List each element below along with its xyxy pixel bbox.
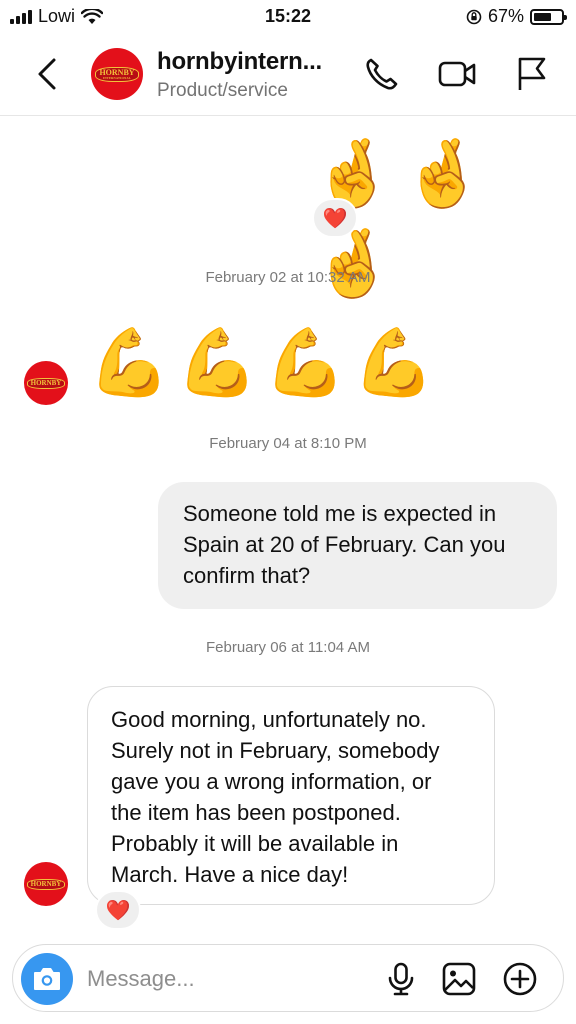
- message-line: the item has been postponed.: [111, 800, 401, 825]
- incoming-emoji-message[interactable]: 💪💪💪💪: [88, 314, 441, 410]
- avatar[interactable]: HORNBY: [24, 862, 68, 906]
- contact-category: Product/service: [157, 80, 288, 101]
- avatar[interactable]: HORNBY: [24, 361, 68, 405]
- heart-reaction-emoji: ❤️: [105, 899, 131, 922]
- phone-icon[interactable]: [362, 54, 402, 94]
- camera-button[interactable]: [21, 953, 73, 1005]
- microphone-icon[interactable]: [383, 961, 419, 997]
- message-line: confirm that?: [183, 563, 311, 588]
- avatar-logo-text: HORNBY: [30, 879, 62, 888]
- camera-icon: [34, 968, 60, 990]
- message-line: March. Have a nice day!: [111, 862, 349, 887]
- video-camera-icon[interactable]: [437, 54, 477, 94]
- timestamp: February 02 at 10:32 AM: [205, 269, 371, 286]
- contact-name[interactable]: hornbyintern...: [157, 48, 322, 76]
- orientation-lock-icon: [466, 9, 482, 24]
- outgoing-message-bubble[interactable]: Someone told me is expected in Spain at …: [158, 482, 557, 609]
- status-bar: Lowi 15:22 67%: [0, 0, 576, 34]
- avatar-logo-text: HORNBY: [30, 378, 62, 387]
- chat-header: HORNBY INTERNATIONAL hornbyintern... Pro…: [0, 34, 576, 116]
- heart-reaction-emoji: ❤️: [322, 207, 348, 230]
- message-input[interactable]: [87, 961, 367, 997]
- avatar[interactable]: HORNBY INTERNATIONAL: [91, 48, 143, 100]
- back-chevron-icon[interactable]: [30, 52, 66, 96]
- gallery-icon[interactable]: [441, 961, 477, 997]
- incoming-message-bubble[interactable]: Good morning, unfortunately no. Surely n…: [87, 686, 495, 905]
- message-line: Surely not in February, somebody: [111, 738, 440, 763]
- battery-icon: [530, 8, 567, 25]
- message-line: Probably it will be available in: [111, 831, 399, 856]
- heart-reaction[interactable]: ❤️: [95, 890, 141, 930]
- message-composer: [12, 944, 564, 1012]
- message-line: Someone told me is expected in: [183, 501, 497, 526]
- heart-reaction[interactable]: ❤️: [312, 198, 358, 238]
- timestamp: February 04 at 8:10 PM: [209, 435, 367, 452]
- timestamp: February 06 at 11:04 AM: [206, 639, 370, 656]
- avatar-logo-subtext: INTERNATIONAL: [102, 75, 132, 80]
- status-right: 67%: [466, 6, 567, 27]
- battery-percent: 67%: [487, 6, 524, 26]
- report-flag-icon[interactable]: [512, 54, 552, 94]
- message-line: gave you a wrong information, or: [111, 769, 432, 794]
- add-icon[interactable]: [502, 961, 538, 997]
- message-line: Good morning, unfortunately no.: [111, 707, 427, 732]
- message-line: Spain at 20 of February. Can you: [183, 532, 506, 557]
